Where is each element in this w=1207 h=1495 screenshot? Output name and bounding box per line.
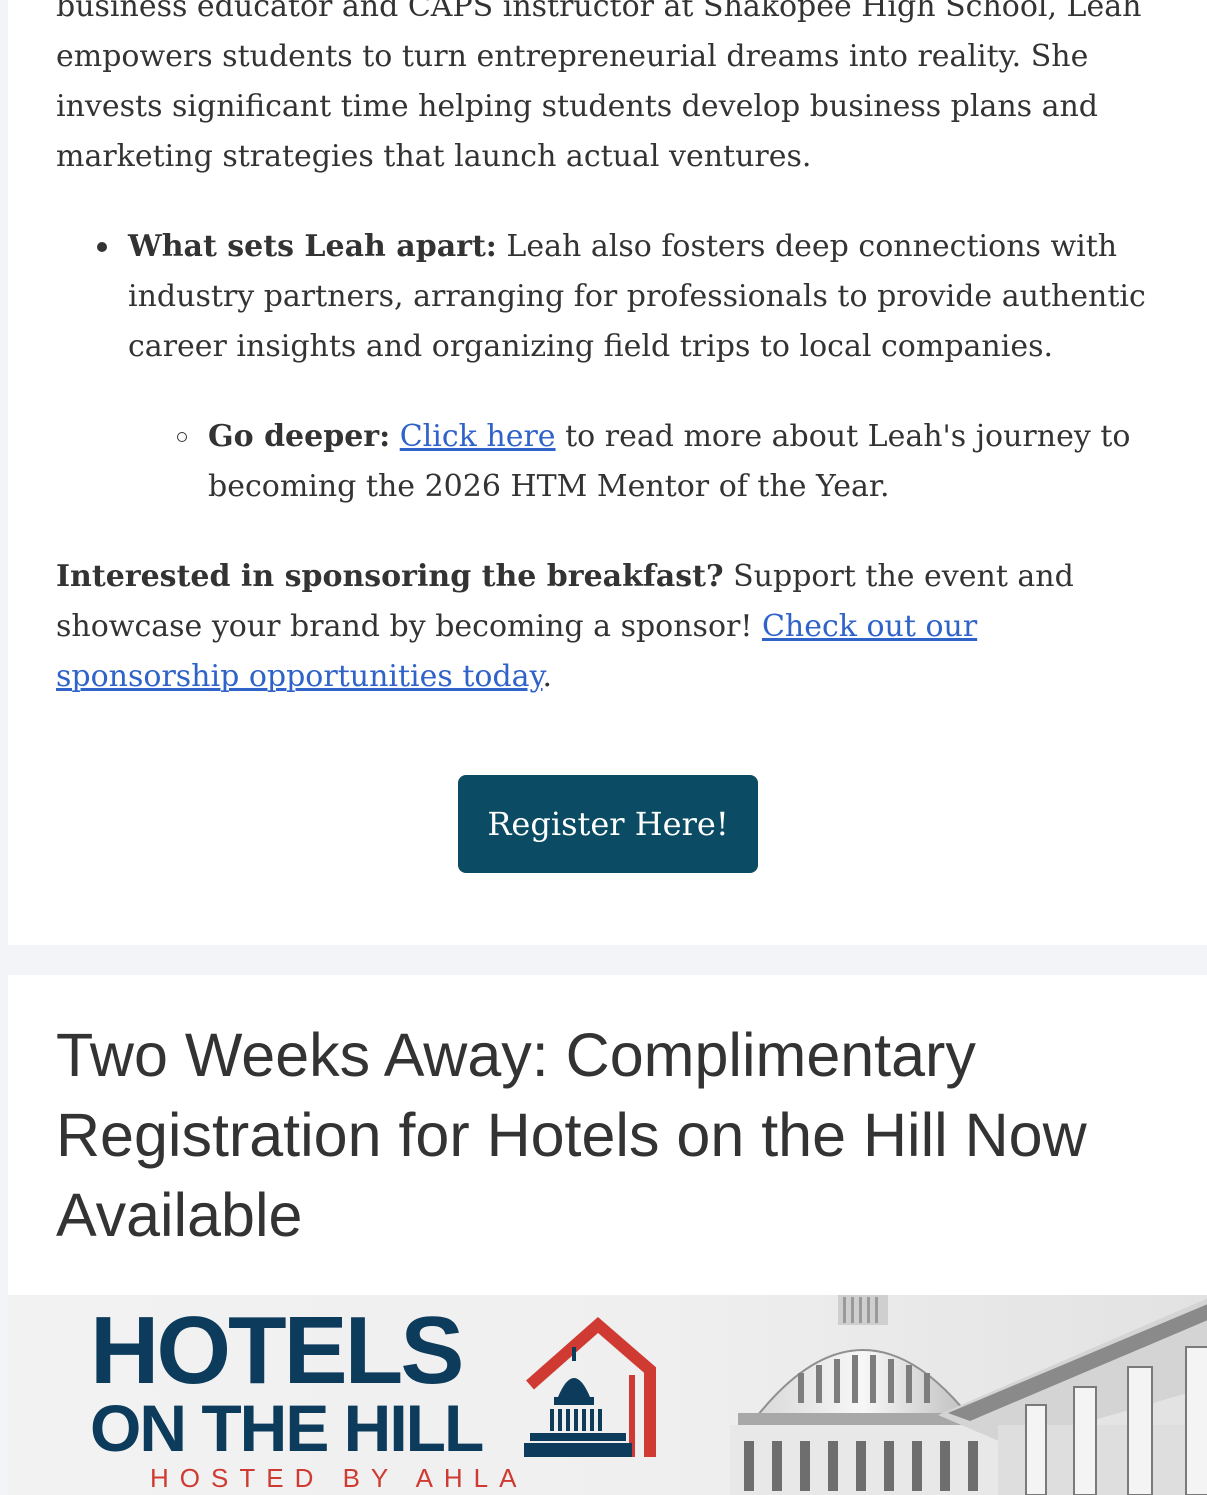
logo-hosted-by: HOSTED BY AHLA — [150, 1463, 528, 1493]
sponsor-label: Interested in sponsoring the breakfast? — [56, 559, 724, 594]
intro-paragraph: business educator and CAPS instructor at… — [56, 0, 1166, 182]
nested-list: Go deeper: Click here to read more about… — [177, 412, 1168, 512]
house-capitol-logo-icon — [524, 1317, 656, 1457]
logo-line-hotels: HOTELS — [90, 1297, 464, 1404]
list-item: What sets Leah apart: Leah also fosters … — [97, 222, 1168, 372]
section-card: Two Weeks Away: Complimentary Registrati… — [8, 975, 1207, 1495]
article-card: business educator and CAPS instructor at… — [8, 0, 1207, 945]
highlight-list: What sets Leah apart: Leah also fosters … — [97, 222, 1168, 372]
list-item: Go deeper: Click here to read more about… — [177, 412, 1168, 512]
apart-label: What sets Leah apart: — [128, 229, 497, 264]
bullet-disc-icon — [97, 242, 107, 252]
deeper-label: Go deeper: — [208, 419, 391, 454]
logo-line-hill: ON THE HILL — [90, 1391, 484, 1465]
section-title: Two Weeks Away: Complimentary Registrati… — [56, 1021, 1087, 1249]
intro-text: business educator and CAPS instructor at… — [56, 0, 1142, 174]
sponsor-paragraph: Interested in sponsoring the breakfast? … — [56, 552, 1166, 702]
bullet-circle-icon — [177, 432, 187, 442]
hotels-on-the-hill-banner[interactable]: HOTELS ON THE HILL HOSTED BY AHLA — [8, 1295, 1207, 1495]
sponsor-end: . — [542, 659, 553, 694]
click-here-link[interactable]: Click here — [400, 419, 556, 454]
register-button[interactable]: Register Here! — [458, 775, 758, 873]
capitol-building-image — [730, 1295, 1207, 1495]
